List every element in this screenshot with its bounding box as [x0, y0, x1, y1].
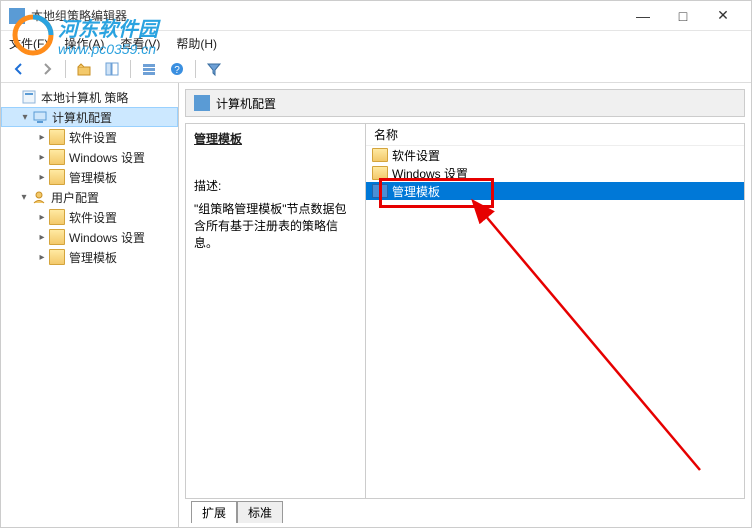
folder-icon [49, 129, 65, 145]
description-panel: 管理模板 描述: "组策略管理模板"节点数据包含所有基于注册表的策略信息。 [186, 124, 366, 498]
list-label: 软件设置 [392, 147, 440, 164]
show-tree-button[interactable] [100, 57, 124, 81]
computer-icon [194, 95, 210, 111]
titlebar: 本地组策略编辑器 — □ ✕ [1, 1, 751, 31]
help-button[interactable]: ? [165, 57, 189, 81]
toolbar: ? [1, 55, 751, 83]
bottom-tabs: 扩展 标准 [185, 501, 745, 523]
forward-button[interactable] [35, 57, 59, 81]
section-header: 计算机配置 [185, 89, 745, 117]
folder-icon [49, 209, 65, 225]
list-body[interactable]: 软件设置 Windows 设置 管理模板 [366, 146, 744, 498]
tree-pane[interactable]: 本地计算机 策略 ▾ 计算机配置 ▸ 软件设置 ▸ Windows 设置 ▸ 管… [1, 83, 179, 527]
section-link[interactable]: 管理模板 [194, 130, 357, 147]
up-button[interactable] [72, 57, 96, 81]
tree-label: Windows 设置 [69, 149, 145, 166]
policy-icon [21, 89, 37, 105]
expand-icon[interactable]: ▸ [35, 212, 49, 223]
tree-label: 软件设置 [69, 129, 117, 146]
section-title: 计算机配置 [216, 95, 276, 112]
user-icon [31, 189, 47, 205]
maximize-button[interactable]: □ [663, 2, 703, 30]
collapse-icon[interactable]: ▾ [17, 192, 31, 203]
tab-extended[interactable]: 扩展 [191, 501, 237, 523]
description-text: "组策略管理模板"节点数据包含所有基于注册表的策略信息。 [194, 200, 357, 251]
expand-icon[interactable]: ▸ [35, 172, 49, 183]
template-icon [372, 184, 388, 198]
close-button[interactable]: ✕ [703, 2, 743, 30]
computer-icon [32, 109, 48, 125]
tree-label: 管理模板 [69, 169, 117, 186]
list-label: 管理模板 [392, 183, 440, 200]
expand-icon[interactable]: ▸ [35, 132, 49, 143]
tree-label: Windows 设置 [69, 229, 145, 246]
minimize-button[interactable]: — [623, 2, 663, 30]
tree-item-user-windows-settings[interactable]: ▸ Windows 设置 [1, 227, 178, 247]
expand-icon[interactable]: ▸ [35, 152, 49, 163]
menubar: 文件(F) 操作(A) 查看(V) 帮助(H) [1, 31, 751, 55]
menu-view[interactable]: 查看(V) [120, 35, 160, 52]
folder-icon [372, 166, 388, 180]
properties-button[interactable] [137, 57, 161, 81]
tree-item-windows-settings[interactable]: ▸ Windows 设置 [1, 147, 178, 167]
tree-item-software-settings[interactable]: ▸ 软件设置 [1, 127, 178, 147]
column-header-name[interactable]: 名称 [366, 124, 744, 146]
tree-label: 本地计算机 策略 [41, 89, 128, 106]
tree-user-config[interactable]: ▾ 用户配置 [1, 187, 178, 207]
description-label: 描述: [194, 177, 357, 194]
list-label: Windows 设置 [392, 165, 468, 182]
expand-icon[interactable]: ▸ [35, 232, 49, 243]
list-item-software-settings[interactable]: 软件设置 [366, 146, 744, 164]
collapse-icon[interactable]: ▾ [18, 112, 32, 123]
tree-label: 用户配置 [51, 189, 99, 206]
tree-label: 软件设置 [69, 209, 117, 226]
list-item-admin-templates[interactable]: 管理模板 [366, 182, 744, 200]
svg-text:?: ? [174, 65, 180, 76]
folder-icon [49, 249, 65, 265]
tree-item-user-admin-templates[interactable]: ▸ 管理模板 [1, 247, 178, 267]
list-item-windows-settings[interactable]: Windows 设置 [366, 164, 744, 182]
expand-icon[interactable]: ▸ [35, 252, 49, 263]
tree-computer-config[interactable]: ▾ 计算机配置 [1, 107, 178, 127]
window-title: 本地组策略编辑器 [31, 7, 623, 24]
menu-action[interactable]: 操作(A) [64, 35, 104, 52]
app-icon [9, 8, 25, 24]
tree-item-admin-templates[interactable]: ▸ 管理模板 [1, 167, 178, 187]
menu-help[interactable]: 帮助(H) [176, 35, 217, 52]
tab-standard[interactable]: 标准 [237, 501, 283, 523]
folder-icon [49, 229, 65, 245]
folder-icon [49, 149, 65, 165]
tree-root[interactable]: 本地计算机 策略 [1, 87, 178, 107]
tree-label: 管理模板 [69, 249, 117, 266]
menu-file[interactable]: 文件(F) [9, 35, 48, 52]
folder-icon [49, 169, 65, 185]
filter-button[interactable] [202, 57, 226, 81]
back-button[interactable] [7, 57, 31, 81]
folder-icon [372, 148, 388, 162]
tree-item-user-software-settings[interactable]: ▸ 软件设置 [1, 207, 178, 227]
tree-label: 计算机配置 [52, 109, 112, 126]
